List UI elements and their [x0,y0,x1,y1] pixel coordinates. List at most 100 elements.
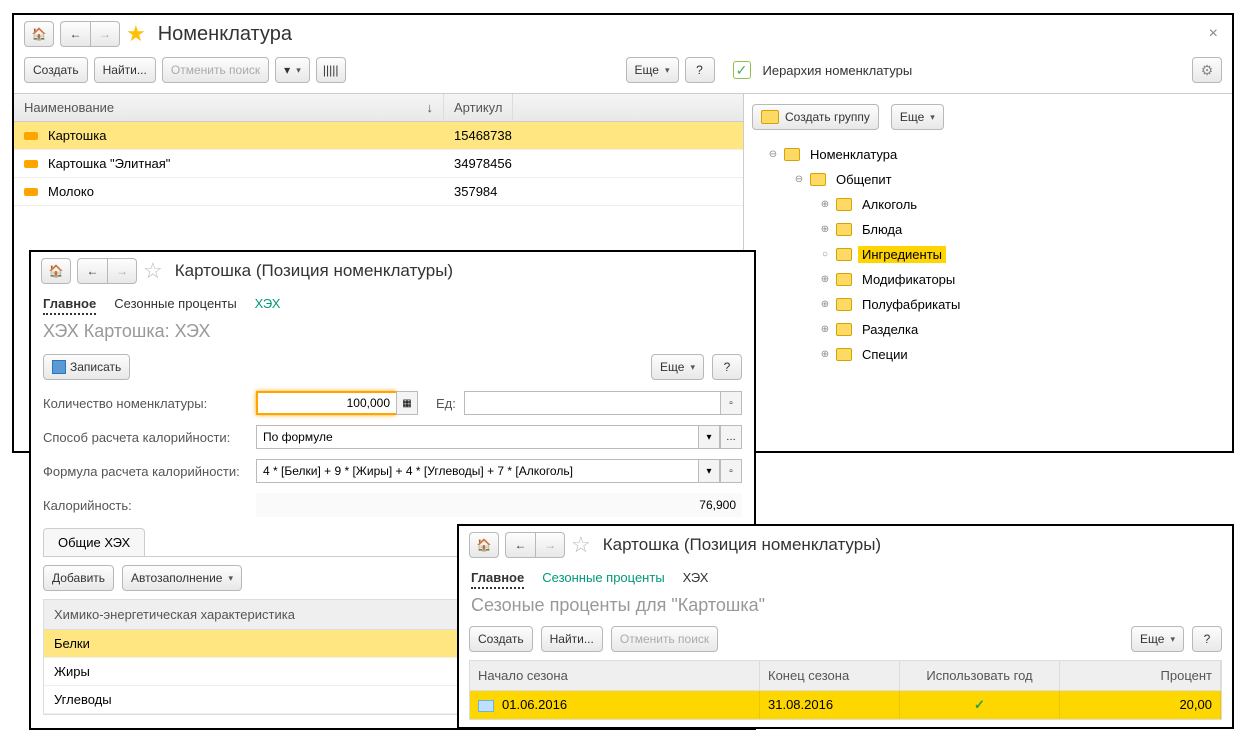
tree-item[interactable]: ⊕Специи [754,342,1222,367]
calc-icon[interactable]: ▦ [396,391,418,415]
card-subtitle: ХЭХ Картошка: ХЭХ [31,319,754,348]
favorite-icon[interactable]: ☆ [143,258,163,284]
find-button[interactable]: Найти... [541,626,603,652]
favorite-icon[interactable]: ☆ [571,532,591,558]
card-more-button[interactable]: Еще▾ [651,354,704,380]
find-button[interactable]: Найти... [94,57,156,83]
hierarchy-label: Иерархия номенклатуры [763,63,913,78]
forward-button[interactable]: → [107,258,137,284]
tree-group[interactable]: ⊖Общепит [754,167,1222,192]
table-row[interactable]: Картошка15468738 [14,122,743,150]
season-subtitle: Сезоные проценты для "Картошка" [459,593,1232,622]
check-icon: ✓ [974,697,985,712]
expand-icon[interactable]: ⊕ [820,299,830,310]
back-button[interactable]: ← [60,21,90,47]
sort-icon: ↓ [427,100,434,115]
more-groups-button[interactable]: Еще▾ [891,104,944,130]
chevron-down-icon[interactable]: ▾ [698,425,720,449]
more-button[interactable]: Еще▾ [626,57,679,83]
qty-input[interactable] [256,391,396,415]
col-useyear[interactable]: Использовать год [900,661,1060,690]
folder-icon [836,323,852,336]
table-row[interactable]: Картошка "Элитная"34978456 [14,150,743,178]
funnel-icon: ▾ [284,63,290,77]
formula-input[interactable] [256,459,698,483]
tree-item[interactable]: ⊕Алкоголь [754,192,1222,217]
close-button[interactable]: × [1205,25,1222,43]
col-name[interactable]: Наименование↓ [14,94,444,121]
tab-main[interactable]: Главное [43,294,96,315]
card-help-button[interactable]: ? [712,354,742,380]
home-button[interactable]: 🏠 [41,258,71,284]
cal-value [256,493,742,517]
tab-season[interactable]: Сезонные проценты [542,568,664,589]
dots-button[interactable]: … [720,425,742,449]
col-article[interactable]: Артикул [444,94,513,121]
expand-icon[interactable]: ○ [820,249,830,260]
open-icon[interactable]: ▫ [720,459,742,483]
save-button[interactable]: Записать [43,354,130,380]
tree-item[interactable]: ○Ингредиенты [754,242,1222,267]
forward-button[interactable]: → [535,532,565,558]
chevron-down-icon[interactable]: ▾ [698,459,720,483]
collapse-icon[interactable]: ⊖ [794,174,804,185]
col-end[interactable]: Конец сезона [760,661,900,690]
hierarchy-checkbox[interactable]: ✓ [733,61,751,79]
more-button[interactable]: Еще▾ [1131,626,1184,652]
home-button[interactable]: 🏠 [24,21,54,47]
help-button[interactable]: ? [1192,626,1222,652]
inner-tab-hex[interactable]: Общие ХЭХ [43,528,145,556]
filter-button[interactable]: ▾▾ [275,57,310,83]
disk-icon [52,360,66,374]
home-button[interactable]: 🏠 [469,532,499,558]
tree-item[interactable]: ⊕Модификаторы [754,267,1222,292]
expand-icon[interactable]: ⊕ [820,224,830,235]
help-button[interactable]: ? [685,57,715,83]
season-title: Картошка (Позиция номенклатуры) [603,535,881,555]
tab-season[interactable]: Сезонные проценты [114,294,236,315]
forward-button[interactable]: → [90,21,120,47]
col-percent[interactable]: Процент [1060,661,1221,690]
cancel-search-button[interactable]: Отменить поиск [611,626,718,652]
tree-root[interactable]: ⊖Номенклатура [754,142,1222,167]
back-button[interactable]: ← [505,532,535,558]
table-row[interactable]: Молоко357984 [14,178,743,206]
expand-icon[interactable]: ⊕ [820,274,830,285]
create-button[interactable]: Создать [24,57,88,83]
cancel-search-button[interactable]: Отменить поиск [162,57,269,83]
formula-label: Формула расчета калорийности: [43,464,248,479]
unit-input[interactable] [464,391,720,415]
season-row[interactable]: 01.06.2016 31.08.2016 ✓ 20,00 [469,691,1222,720]
page-title: Номенклатура [158,23,292,46]
expand-icon[interactable]: ⊕ [820,349,830,360]
favorite-icon[interactable]: ★ [126,21,146,47]
tab-hex[interactable]: ХЭХ [255,294,281,315]
tab-main[interactable]: Главное [471,568,524,589]
tree-item[interactable]: ⊕Блюда [754,217,1222,242]
add-button[interactable]: Добавить [43,565,114,591]
calc-select[interactable] [256,425,698,449]
item-icon [24,160,38,168]
tab-hex[interactable]: ХЭХ [683,568,709,589]
expand-icon[interactable]: ⊕ [820,324,830,335]
collapse-icon[interactable]: ⊖ [768,149,778,160]
tree-item[interactable]: ⊕Разделка [754,317,1222,342]
tree-item[interactable]: ⊕Полуфабрикаты [754,292,1222,317]
calc-label: Способ расчета калорийности: [43,430,248,445]
settings-button[interactable]: ⚙ [1192,57,1222,83]
barcode-button[interactable]: ||||| [316,57,346,83]
autofill-button[interactable]: Автозаполнение▾ [122,565,242,591]
back-button[interactable]: ← [77,258,107,284]
folder-icon [784,148,800,161]
unit-label: Ед: [436,396,456,411]
col-start[interactable]: Начало сезона [470,661,760,690]
item-icon [24,132,38,140]
cal-label: Калорийность: [43,498,248,513]
open-icon[interactable]: ▫ [720,391,742,415]
create-group-button[interactable]: Создать группу [752,104,879,130]
folder-icon [836,273,852,286]
expand-icon[interactable]: ⊕ [820,199,830,210]
create-button[interactable]: Создать [469,626,533,652]
folder-icon [810,173,826,186]
folder-icon [836,198,852,211]
